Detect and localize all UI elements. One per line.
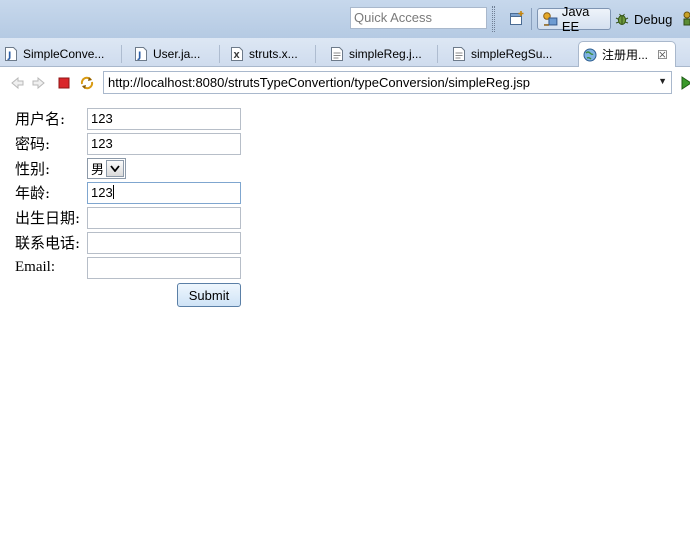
bug-icon: [615, 13, 629, 25]
tab-simpleconversion[interactable]: J SimpleConve...: [4, 42, 122, 66]
perspective-javaee-button[interactable]: Java EE: [537, 4, 611, 34]
jsp-file-icon: [331, 47, 343, 61]
perspective-javaee-label: Java EE: [561, 4, 590, 34]
submit-button[interactable]: Submit: [177, 283, 241, 307]
jsp-file-icon: [453, 47, 465, 61]
forward-arrow-icon[interactable]: [31, 75, 47, 91]
phone-label: 联系电话:: [15, 234, 81, 252]
xml-file-icon: X: [231, 47, 243, 61]
perspective-debug-button[interactable]: Debug: [614, 8, 672, 30]
tab-label: simpleRegSu...: [471, 47, 553, 61]
tab-label: simpleReg.j...: [349, 47, 422, 61]
globe-icon: [583, 48, 597, 61]
email-label: Email:: [15, 259, 55, 275]
gender-selected-value: 男: [91, 163, 105, 178]
tab-simplereg-jsp[interactable]: simpleReg.j...: [330, 42, 438, 66]
email-field[interactable]: [87, 257, 241, 279]
url-text: http://localhost:8080/strutsTypeConverti…: [108, 75, 530, 90]
username-label: 用户名:: [15, 110, 66, 128]
password-label: 密码:: [15, 135, 51, 153]
tab-browser-register[interactable]: 注册用... ☒: [578, 41, 676, 67]
tab-simpleregsuccess-jsp[interactable]: simpleRegSu...: [452, 42, 566, 66]
browser-nav-bar: http://localhost:8080/strutsTypeConverti…: [0, 67, 690, 97]
chevron-down-icon[interactable]: ▼: [658, 76, 667, 86]
perspective-more-icon[interactable]: [682, 10, 690, 26]
java-file-icon: J: [5, 47, 17, 61]
age-field[interactable]: 123: [87, 182, 241, 204]
svg-text:J: J: [137, 51, 141, 61]
phone-field[interactable]: [87, 232, 241, 254]
stop-icon[interactable]: [56, 75, 72, 91]
quick-access-input[interactable]: Quick Access: [350, 7, 487, 29]
svg-text:J: J: [7, 51, 11, 61]
gender-label: 性别:: [15, 160, 51, 178]
age-label: 年龄:: [15, 184, 51, 202]
text-caret: [112, 185, 114, 199]
birthday-field[interactable]: [87, 207, 241, 229]
registration-form: 用户名: 123 密码: 123 性别: 男 年龄: 123 出生日期: 联系电…: [0, 97, 690, 534]
tab-label: struts.x...: [249, 47, 298, 61]
birthday-label: 出生日期:: [15, 209, 81, 227]
main-toolbar: Quick Access Java EE Debug: [0, 0, 690, 38]
username-field[interactable]: 123: [87, 108, 241, 130]
tab-label: User.ja...: [153, 47, 201, 61]
url-input[interactable]: http://localhost:8080/strutsTypeConverti…: [103, 71, 672, 94]
refresh-icon[interactable]: [79, 75, 95, 91]
tab-label: 注册用...: [602, 48, 649, 62]
editor-tab-bar: J SimpleConve... J User.ja... X struts.x…: [0, 38, 690, 67]
java-file-icon: J: [135, 47, 147, 61]
tab-user-java[interactable]: J User.ja...: [134, 42, 220, 66]
gender-select[interactable]: 男: [87, 158, 127, 179]
tab-struts-xml[interactable]: X struts.x...: [230, 42, 316, 66]
chevron-down-icon[interactable]: [106, 160, 125, 177]
toolbar-grip[interactable]: [492, 6, 495, 32]
go-icon[interactable]: [678, 75, 690, 91]
tab-label: SimpleConve...: [23, 47, 105, 61]
close-tab-icon[interactable]: ☒: [657, 48, 668, 62]
svg-text:X: X: [234, 51, 241, 60]
toolbar-separator: [531, 8, 532, 30]
age-value: 123: [91, 185, 113, 200]
perspective-debug-label: Debug: [634, 11, 673, 27]
open-perspective-icon[interactable]: [509, 10, 525, 26]
javaee-icon: [543, 12, 558, 26]
back-arrow-icon[interactable]: [9, 75, 25, 91]
password-field[interactable]: 123: [87, 133, 241, 155]
